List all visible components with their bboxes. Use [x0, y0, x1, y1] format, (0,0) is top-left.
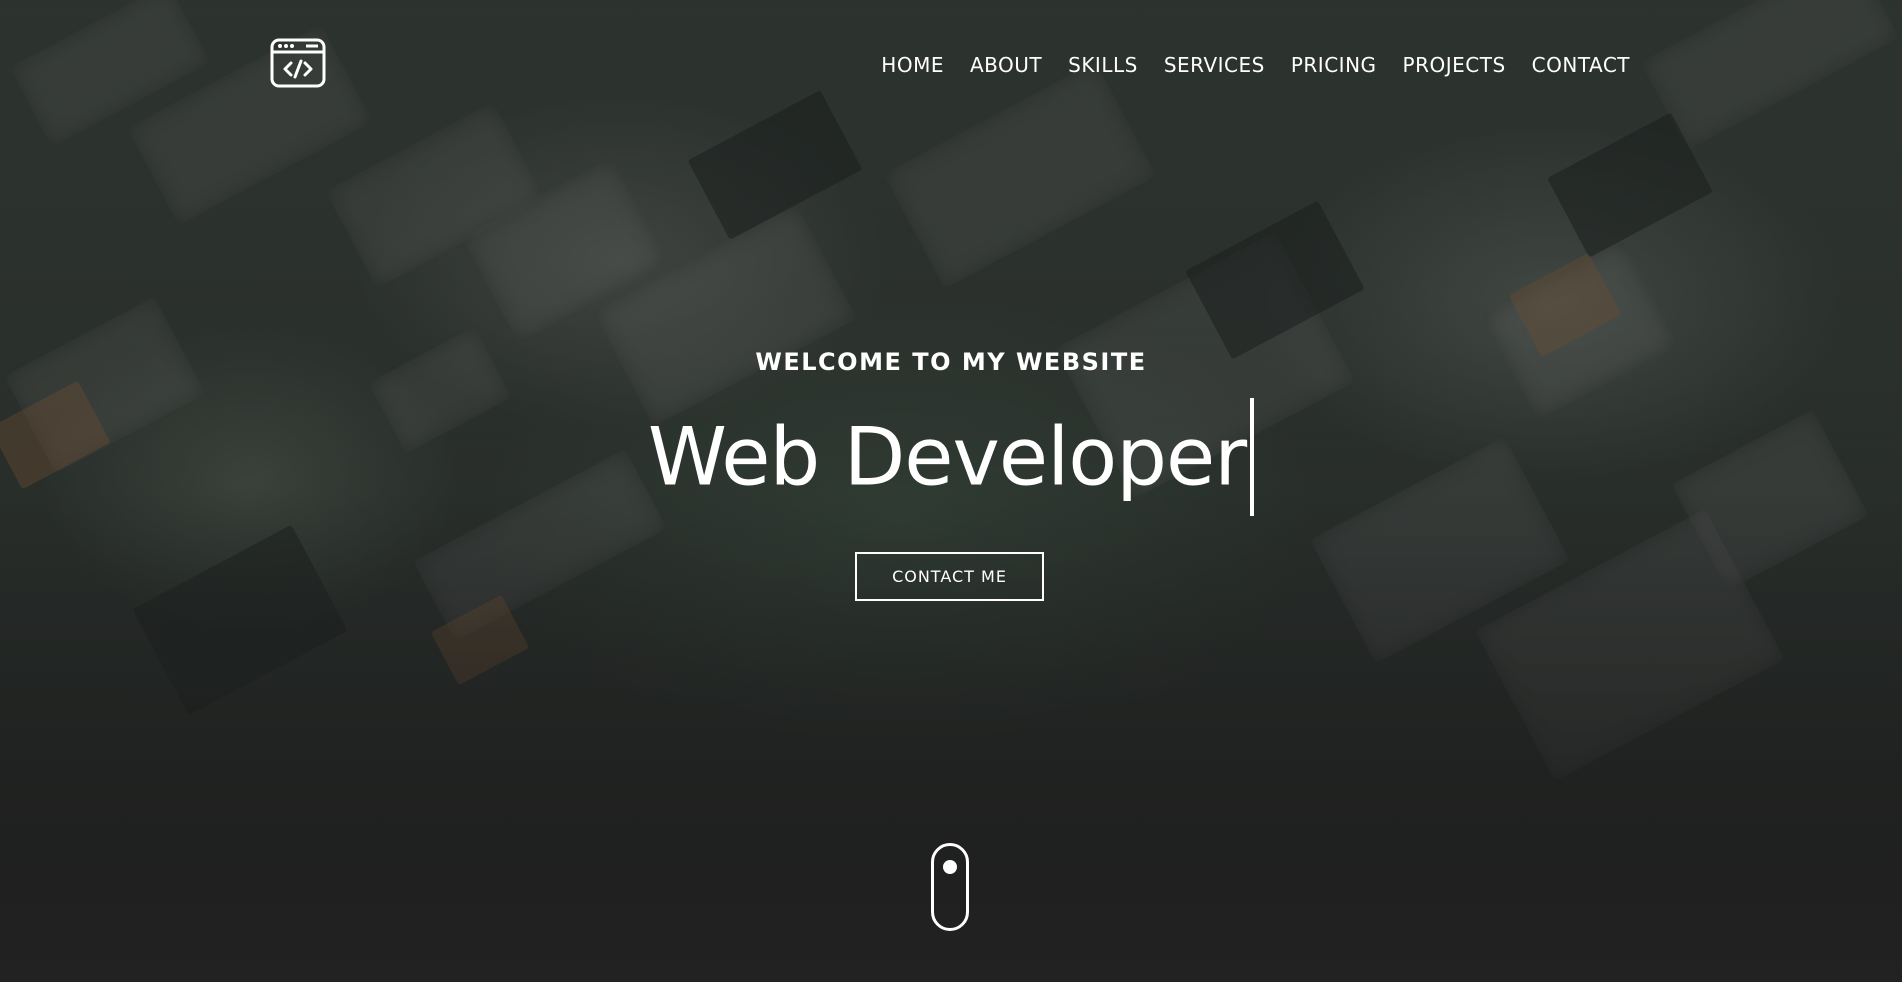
nav-pricing[interactable]: PRICING [1291, 50, 1377, 80]
nav-services[interactable]: SERVICES [1164, 50, 1265, 80]
headline-container: Web Developer [0, 398, 1902, 516]
mouse-wheel-dot [943, 860, 957, 874]
mouse-scroll-icon[interactable] [931, 843, 969, 931]
hero-headline: Web Developer [647, 410, 1247, 504]
nav-contact[interactable]: CONTACT [1532, 50, 1630, 80]
contact-me-button[interactable]: CONTACT ME [855, 552, 1044, 601]
main-nav: HOME ABOUT SKILLS SERVICES PRICING PROJE… [855, 50, 1630, 80]
logo-icon[interactable] [270, 38, 326, 88]
typing-cursor [1250, 398, 1255, 516]
nav-home[interactable]: HOME [881, 50, 944, 80]
nav-about[interactable]: ABOUT [970, 50, 1042, 80]
hero-section: HOME ABOUT SKILLS SERVICES PRICING PROJE… [0, 0, 1902, 982]
welcome-eyebrow: WELCOME TO MY WEBSITE [755, 348, 1147, 376]
nav-projects[interactable]: PROJECTS [1403, 50, 1506, 80]
nav-skills[interactable]: SKILLS [1068, 50, 1138, 80]
